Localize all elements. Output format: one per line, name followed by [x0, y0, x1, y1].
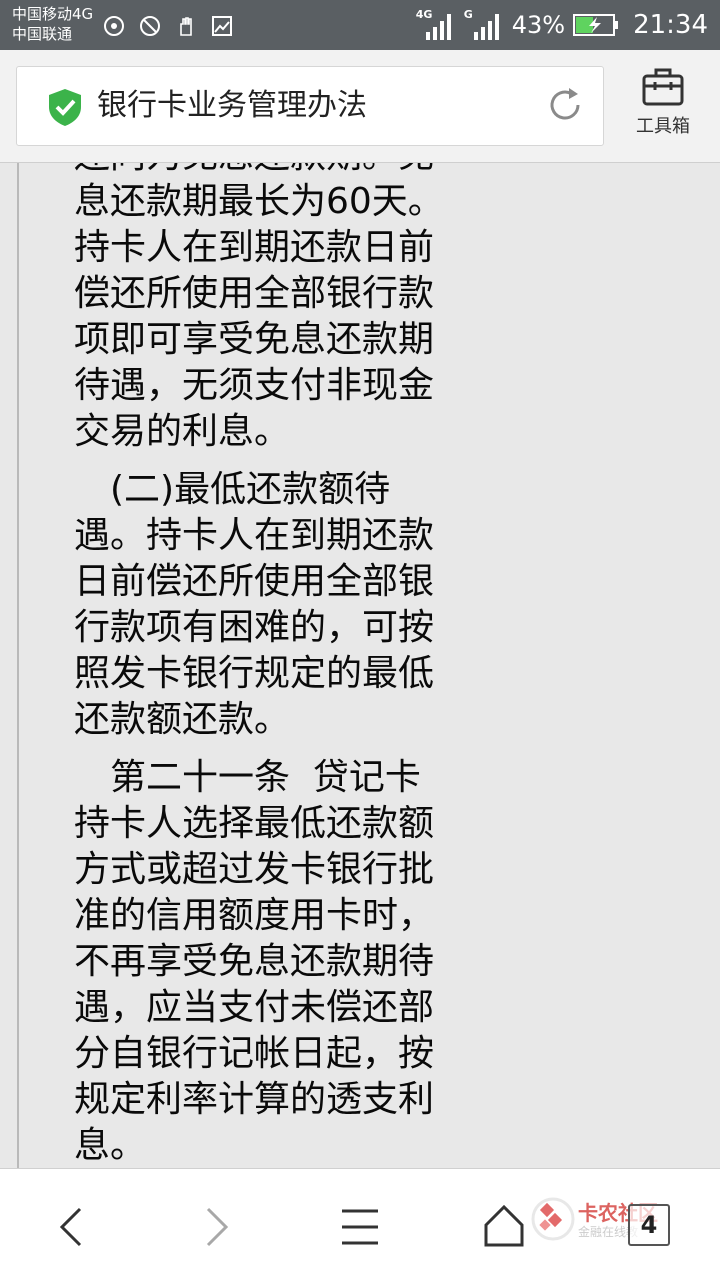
menu-icon[interactable]	[330, 1197, 390, 1257]
signal-1: 4G	[416, 8, 456, 40]
carrier-info: 中国移动4G 中国联通	[12, 4, 93, 44]
blocked-icon	[140, 16, 160, 36]
article-text: 还同为免息还款期。免 息还款期最长为60天。持卡人在到期还款日前偿还所使用全部银…	[74, 163, 454, 1168]
paragraph-2: (二)最低还款额待遇。持卡人在到期还款日前偿还所使用全部银行款项有困难的，可按照…	[74, 469, 435, 740]
page-title: 银行卡业务管理办法	[97, 88, 367, 123]
home-icon[interactable]	[474, 1197, 534, 1257]
signal-2: G	[464, 8, 504, 40]
signal-icon	[425, 14, 451, 40]
signal-icon	[473, 14, 499, 40]
watermark: 卡农社区 金融在线教	[530, 1179, 710, 1269]
address-bar[interactable]: 银行卡业务管理办法	[16, 66, 604, 146]
toolbox-label: 工具箱	[636, 116, 690, 137]
bottom-nav: 卡农社区 金融在线教	[0, 1168, 720, 1281]
partial-line: 还同为免息还款期。免	[74, 163, 454, 179]
carrier-1: 中国移动4G	[12, 5, 94, 23]
image-icon	[212, 16, 232, 36]
toolbox-icon	[642, 68, 684, 106]
hand-icon	[180, 17, 192, 36]
battery-charging-icon	[573, 14, 619, 36]
clock: 21:34	[633, 10, 708, 40]
reload-icon[interactable]	[545, 85, 585, 125]
page-content[interactable]: 还同为免息还款期。免 息还款期最长为60天。持卡人在到期还款日前偿还所使用全部银…	[0, 163, 720, 1168]
browser-toolbar: 银行卡业务管理办法 工具箱	[0, 50, 720, 163]
back-icon[interactable]	[42, 1197, 102, 1257]
status-right: 4G G 43% 21:34	[416, 0, 708, 50]
sync-icon	[104, 16, 124, 36]
left-divider	[17, 163, 19, 1168]
paragraph-1: 息还款期最长为60天。持卡人在到期还款日前偿还所使用全部银行款项即可享受免息还款…	[74, 181, 444, 452]
status-bar: 中国移动4G 中国联通 4G G 43% 21:34	[0, 0, 720, 50]
battery-percent: 43%	[511, 11, 566, 39]
paragraph-3: 第二十一条 贷记卡持卡人选择最低还款额方式或超过发卡银行批准的信用额度用卡时，不…	[74, 757, 435, 1166]
toolbox-button[interactable]: 工具箱	[618, 64, 708, 154]
shield-check-icon	[49, 89, 81, 126]
watermark-logo-icon	[531, 1197, 575, 1241]
forward-icon[interactable]	[186, 1197, 246, 1257]
carrier-2: 中国联通	[12, 25, 73, 43]
tabs-button[interactable]: 4	[628, 1204, 670, 1246]
